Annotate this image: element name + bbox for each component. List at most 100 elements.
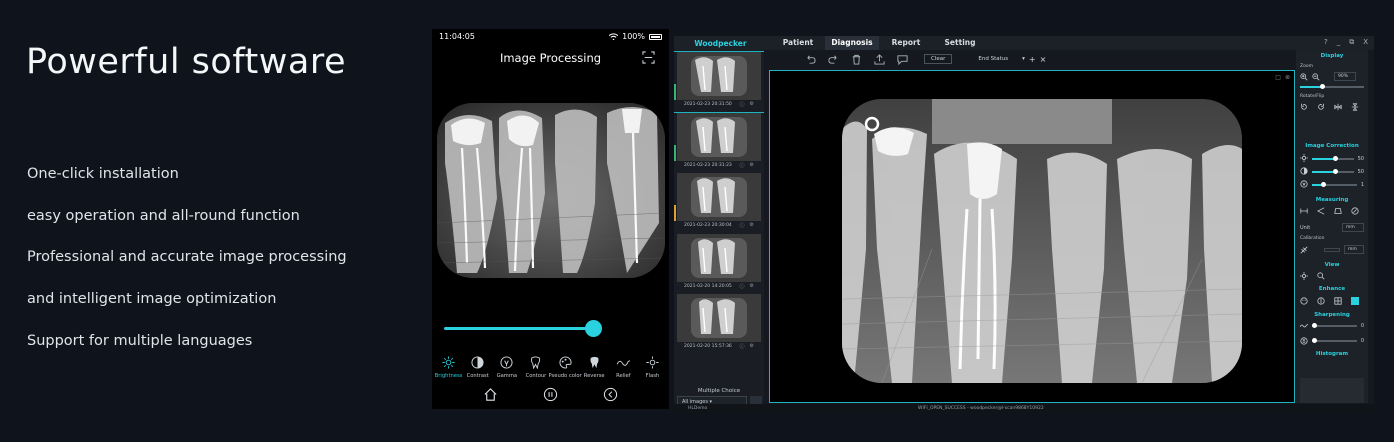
menu-report[interactable]: Report bbox=[879, 36, 933, 50]
main-xray-image[interactable] bbox=[842, 99, 1242, 383]
feature-item: and intelligent image optimization bbox=[27, 291, 277, 308]
flip-horizontal-icon[interactable] bbox=[1334, 103, 1342, 111]
correction-slider[interactable] bbox=[1312, 156, 1354, 162]
thumbnail-actions: ⓘ ⚙ bbox=[740, 283, 755, 290]
calibration-input[interactable] bbox=[1324, 247, 1340, 252]
calibration-unit-select[interactable]: mm bbox=[1344, 245, 1364, 254]
flip-vertical-icon[interactable] bbox=[1351, 103, 1359, 111]
angle-icon[interactable] bbox=[1317, 207, 1325, 215]
tool-contrast[interactable]: Contrast bbox=[463, 354, 492, 379]
unit-select[interactable]: mm bbox=[1342, 223, 1364, 232]
scan-icon[interactable] bbox=[642, 51, 655, 64]
restore-button[interactable]: ⧉ bbox=[1349, 38, 1354, 47]
correction-slider[interactable] bbox=[1312, 182, 1357, 188]
thumbnail-image[interactable] bbox=[677, 112, 761, 161]
remove-status-button[interactable]: × bbox=[1040, 55, 1047, 64]
thumbnail-image[interactable] bbox=[677, 233, 761, 282]
help-button[interactable]: ? bbox=[1324, 38, 1328, 47]
maximize-icon[interactable]: □ bbox=[1275, 74, 1281, 81]
close-button[interactable]: X bbox=[1363, 38, 1368, 47]
enhance-icon[interactable] bbox=[1317, 297, 1325, 305]
close-viewer-icon[interactable]: ⊗ bbox=[1285, 74, 1290, 81]
thumbnail-actions: ⓘ ⚙ bbox=[740, 101, 755, 108]
viewer-toolbar: Clear End Status ▾ + × bbox=[765, 50, 1295, 68]
add-status-button[interactable]: + bbox=[1029, 55, 1036, 64]
menu-setting[interactable]: Setting bbox=[933, 36, 987, 50]
settings-icon[interactable]: ⚙ bbox=[750, 283, 754, 290]
status-select[interactable]: End Status ▾ bbox=[978, 56, 1025, 62]
polygon-icon[interactable] bbox=[1334, 207, 1342, 215]
tool-label: Gamma bbox=[496, 373, 518, 379]
tool-gamma[interactable]: Gamma bbox=[492, 354, 521, 379]
sharpen-wave-icon[interactable] bbox=[1300, 322, 1308, 330]
brightness-view-icon[interactable] bbox=[1300, 272, 1308, 280]
rotate-right-icon[interactable] bbox=[1317, 103, 1325, 111]
thumbnail-item[interactable]: 2021-02-20 14:20:05 ⓘ ⚙ bbox=[674, 233, 764, 294]
brightness-slider-track[interactable] bbox=[444, 327, 594, 330]
image-viewer[interactable]: □ ⊗ bbox=[769, 70, 1295, 403]
zoom-slider-handle[interactable] bbox=[1320, 84, 1326, 89]
comment-icon[interactable] bbox=[897, 54, 908, 65]
settings-icon[interactable]: ⚙ bbox=[750, 162, 754, 169]
correction-slider-handle[interactable] bbox=[1332, 156, 1338, 162]
denoise-icon[interactable]: B bbox=[1300, 337, 1308, 345]
multiple-choice-button[interactable]: Multiple Choice bbox=[674, 388, 764, 394]
zoom-select[interactable]: 90% bbox=[1334, 72, 1356, 81]
pause-icon[interactable] bbox=[543, 387, 558, 402]
denoise-slider[interactable] bbox=[1312, 338, 1357, 344]
tool-brightness[interactable]: Brightness bbox=[434, 354, 463, 379]
clear-button[interactable]: Clear bbox=[924, 54, 953, 64]
tool-pseudo-color[interactable]: Pseudo color bbox=[549, 354, 582, 379]
tool-relief[interactable]: Relief bbox=[609, 354, 638, 379]
menu-diagnosis[interactable]: Diagnosis bbox=[825, 36, 879, 50]
battery-icon bbox=[649, 33, 662, 40]
thumbnail-item[interactable]: 2021-02-23 20:30:04 ⓘ ⚙ bbox=[674, 173, 764, 233]
auto-enhance-icon[interactable] bbox=[1351, 297, 1359, 305]
settings-icon[interactable]: ⚙ bbox=[750, 101, 754, 108]
thumbnail-image[interactable] bbox=[677, 52, 761, 100]
menu-patient[interactable]: Patient bbox=[771, 36, 825, 50]
thumbnail-item[interactable]: 2021-02-20 15:57:36 ⓘ ⚙ bbox=[674, 294, 764, 354]
rotate-left-icon[interactable] bbox=[1300, 103, 1308, 111]
info-icon[interactable]: ⓘ bbox=[740, 162, 745, 169]
tool-flash[interactable]: Flash bbox=[638, 354, 667, 379]
back-icon[interactable] bbox=[603, 387, 618, 402]
thumbnail-item[interactable]: 2021-02-23 20:31:23 ⓘ ⚙ bbox=[674, 112, 764, 173]
thumbnail-actions: ⓘ ⚙ bbox=[740, 162, 755, 169]
brightness-slider-handle[interactable] bbox=[585, 320, 602, 337]
zoom-in-icon[interactable] bbox=[1300, 72, 1308, 81]
settings-icon[interactable]: ⚙ bbox=[750, 343, 754, 350]
settings-icon[interactable]: ⚙ bbox=[750, 222, 754, 229]
tool-reverse[interactable]: Reverse bbox=[580, 354, 609, 379]
ruler-icon[interactable] bbox=[1300, 207, 1308, 215]
compass-icon[interactable] bbox=[1351, 207, 1359, 215]
zoom-out-icon[interactable] bbox=[1312, 72, 1320, 81]
thumbnail-item[interactable]: 2021-02-23 20:31:50 ⓘ ⚙ bbox=[674, 51, 764, 113]
info-icon[interactable]: ⓘ bbox=[740, 222, 745, 229]
correction-slider-handle[interactable] bbox=[1332, 169, 1338, 175]
denoise-value: 0 bbox=[1360, 338, 1364, 344]
correction-slider-handle[interactable] bbox=[1321, 182, 1327, 188]
tool-contour[interactable]: Contour bbox=[521, 354, 550, 379]
home-icon[interactable] bbox=[483, 387, 498, 402]
sharpen-slider-handle[interactable] bbox=[1312, 323, 1317, 329]
thumbnail-image[interactable] bbox=[677, 294, 761, 342]
info-icon[interactable]: ⓘ bbox=[740, 101, 745, 108]
calibrate-icon[interactable] bbox=[1300, 246, 1308, 254]
magnifier-icon[interactable] bbox=[1317, 272, 1325, 280]
correction-slider[interactable] bbox=[1312, 169, 1354, 175]
undo-icon[interactable] bbox=[805, 54, 816, 65]
info-icon[interactable]: ⓘ bbox=[740, 283, 745, 290]
delete-icon[interactable] bbox=[851, 54, 862, 65]
redo-icon[interactable] bbox=[828, 54, 839, 65]
xray-image[interactable] bbox=[437, 103, 665, 278]
minimize-button[interactable]: _ bbox=[1337, 38, 1341, 47]
info-icon[interactable]: ⓘ bbox=[740, 343, 745, 350]
export-icon[interactable] bbox=[874, 53, 885, 65]
denoise-slider-handle[interactable] bbox=[1312, 338, 1317, 344]
zoom-slider[interactable] bbox=[1300, 84, 1364, 89]
palette-icon[interactable] bbox=[1300, 297, 1308, 305]
sharpen-slider[interactable] bbox=[1312, 323, 1357, 329]
grid-icon[interactable] bbox=[1334, 297, 1342, 305]
thumbnail-image[interactable] bbox=[677, 173, 761, 221]
